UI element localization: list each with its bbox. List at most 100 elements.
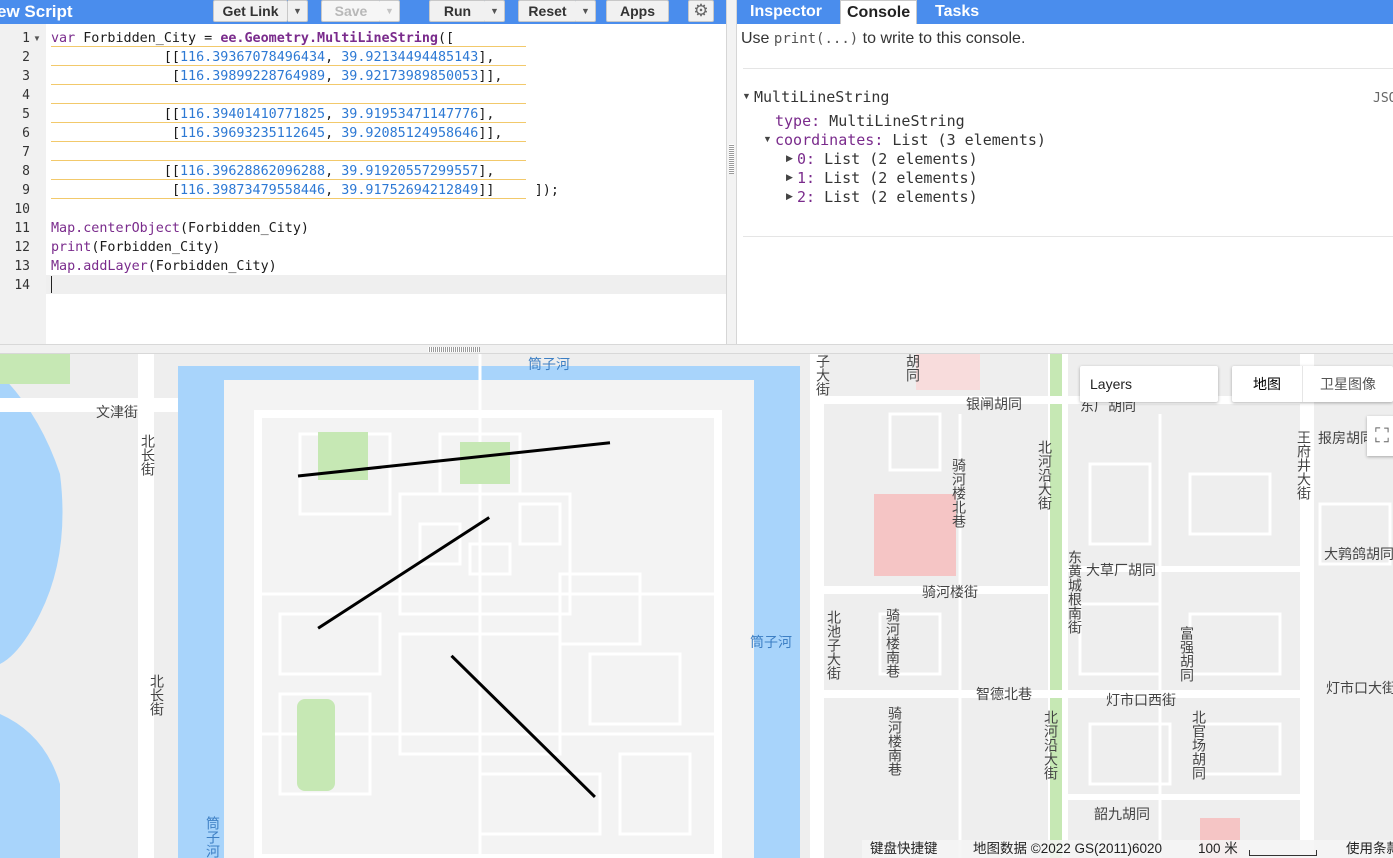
map-label: 北官场胡同	[1190, 710, 1206, 780]
save-dropdown-icon[interactable]: ▼	[380, 0, 400, 22]
apps-button[interactable]: Apps	[606, 0, 669, 22]
line-number: 10	[14, 202, 30, 217]
line-number: 8	[22, 164, 30, 179]
line-number: 5	[22, 107, 30, 122]
map-label: 北长街	[139, 434, 155, 476]
tab-console[interactable]: Console	[840, 0, 918, 24]
output-list-item[interactable]: 2: List (2 elements)	[797, 188, 978, 207]
lint-underline	[51, 122, 526, 123]
line-number: 13	[14, 259, 30, 274]
vertical-splitter[interactable]	[726, 0, 737, 344]
code-area[interactable]: var Forbidden_City = ee.Geometry.MultiLi…	[46, 24, 726, 344]
collapse-triangle-icon[interactable]: ▼	[742, 87, 751, 106]
map-label: 胡同	[904, 354, 920, 382]
park-strip	[1050, 354, 1062, 858]
map-data-credit: 地图数据 ©2022 GS(2011)6020	[973, 841, 1163, 856]
reset-button[interactable]: Reset	[518, 0, 577, 22]
output-coordinates-row[interactable]: coordinates: List (3 elements)	[775, 131, 1046, 150]
lint-underline	[51, 198, 526, 199]
park-area	[460, 442, 510, 484]
building-block	[916, 354, 980, 390]
horizontal-splitter[interactable]	[0, 344, 1393, 354]
tab-inspector[interactable]: Inspector	[744, 0, 828, 24]
run-dropdown-icon[interactable]: ▼	[485, 0, 505, 22]
map-label: 骑河楼南巷	[884, 608, 900, 678]
road	[0, 398, 180, 412]
map-label: 大鹑鸽胡同	[1324, 547, 1393, 563]
line-number: 14	[14, 278, 30, 293]
terms-link[interactable]: 使用条款	[1346, 840, 1393, 858]
console-hint: Use print(...) to write to this console.	[741, 30, 1026, 47]
map-label: 灯市口西街	[1106, 693, 1176, 709]
map-label: 王府井大街	[1295, 430, 1311, 500]
map-label: 韶九胡同	[1094, 807, 1150, 823]
map-label: 银闸胡同	[966, 397, 1022, 413]
line-number: 9	[22, 183, 30, 198]
map-attribution: 键盘快捷键 地图数据 ©2022 GS(2011)6020 100 米 使用条款	[862, 840, 1393, 858]
text-cursor	[51, 276, 52, 293]
line-number-gutter: 1 2 3 4 5 6 7 8 9 10 11 12 13 14 ▼	[0, 24, 46, 344]
tab-tasks[interactable]: Tasks	[929, 0, 985, 24]
fold-arrow-icon[interactable]: ▼	[33, 29, 41, 48]
line-number: 4	[22, 88, 30, 103]
expand-triangle-icon[interactable]: ▶	[786, 149, 793, 168]
lint-underline	[51, 179, 526, 180]
divider	[743, 236, 1393, 237]
map-label: 北河沿大街	[1036, 440, 1052, 510]
output-list-item[interactable]: 1: List (2 elements)	[797, 169, 978, 188]
map-label: 子大街	[814, 354, 830, 396]
fullscreen-icon[interactable]: ⛶	[1367, 416, 1393, 456]
map-label: 骑河楼南巷	[886, 706, 902, 776]
lint-underline	[51, 160, 526, 161]
script-editor-panel: ew Script Get Link ▼ Save ▼ Run ▼ Reset …	[0, 0, 726, 344]
splitter-grip-icon[interactable]	[729, 144, 734, 174]
map-label: 文津街	[96, 405, 138, 421]
expand-triangle-icon[interactable]: ▶	[786, 187, 793, 206]
map-label: 北池子大街	[825, 610, 841, 680]
reset-dropdown-icon[interactable]: ▼	[576, 0, 596, 22]
line-number: 11	[14, 221, 30, 236]
map-label: 筒子河	[204, 816, 220, 858]
map-label: 筒子河	[528, 357, 570, 373]
code-editor-app: ew Script Get Link ▼ Save ▼ Run ▼ Reset …	[0, 0, 1393, 858]
park-area	[297, 699, 335, 791]
lint-underline	[51, 141, 526, 142]
satellite-type-button[interactable]: 卫星图像	[1302, 366, 1393, 402]
output-list-item[interactable]: 0: List (2 elements)	[797, 150, 978, 169]
keyboard-shortcuts-link[interactable]: 键盘快捷键	[870, 840, 938, 858]
map-label: 大草厂胡同	[1086, 563, 1156, 579]
line-number: 12	[14, 240, 30, 255]
editor-toolbar: ew Script Get Link ▼ Save ▼ Run ▼ Reset …	[0, 0, 726, 24]
map-type-button[interactable]: 地图	[1232, 366, 1302, 402]
layers-control[interactable]: Layers	[1080, 366, 1218, 402]
run-button[interactable]: Run	[429, 0, 486, 22]
road	[810, 354, 824, 858]
map-label: 骑河楼街	[922, 585, 978, 601]
map-label: 灯市口大街	[1326, 681, 1393, 697]
map-label: 北河沿大街	[1042, 710, 1058, 780]
console-panel: Inspector Console Tasks Use print(...) t…	[737, 0, 1393, 344]
lint-underline	[51, 103, 526, 104]
map-label: 东黄城根南街	[1066, 550, 1082, 634]
gear-icon[interactable]: ⚙	[688, 0, 714, 22]
code-line: Map.centerObject(Forbidden_City)	[51, 221, 309, 236]
splitter-grip-icon[interactable]	[428, 347, 480, 352]
save-button[interactable]: Save	[321, 0, 381, 22]
layers-label[interactable]: Layers	[1090, 376, 1132, 392]
json-button[interactable]: JSON	[1373, 91, 1393, 106]
code-line: Map.addLayer(Forbidden_City)	[51, 259, 277, 274]
map-label: 北长街	[148, 674, 164, 716]
expand-triangle-icon[interactable]: ▶	[786, 168, 793, 187]
line-number: 3	[22, 69, 30, 84]
map-view[interactable]: 筒子河 筒子河 筒子河 文津街 北长街 北长街 子大街 胡同 银闸胡同 东厂胡同…	[0, 354, 1393, 858]
get-link-button[interactable]: Get Link	[213, 0, 288, 22]
divider	[743, 68, 1393, 69]
output-type-row: type: MultiLineString	[775, 112, 965, 130]
output-header[interactable]: MultiLineString	[754, 88, 889, 107]
map-type-control: 地图 卫星图像	[1232, 366, 1393, 402]
get-link-dropdown-icon[interactable]: ▼	[288, 0, 308, 22]
map-label: 筒子河	[750, 635, 792, 651]
collapse-triangle-icon[interactable]: ▼	[763, 130, 772, 149]
map-canvas[interactable]	[0, 354, 1393, 858]
script-title[interactable]: ew Script	[0, 2, 73, 22]
